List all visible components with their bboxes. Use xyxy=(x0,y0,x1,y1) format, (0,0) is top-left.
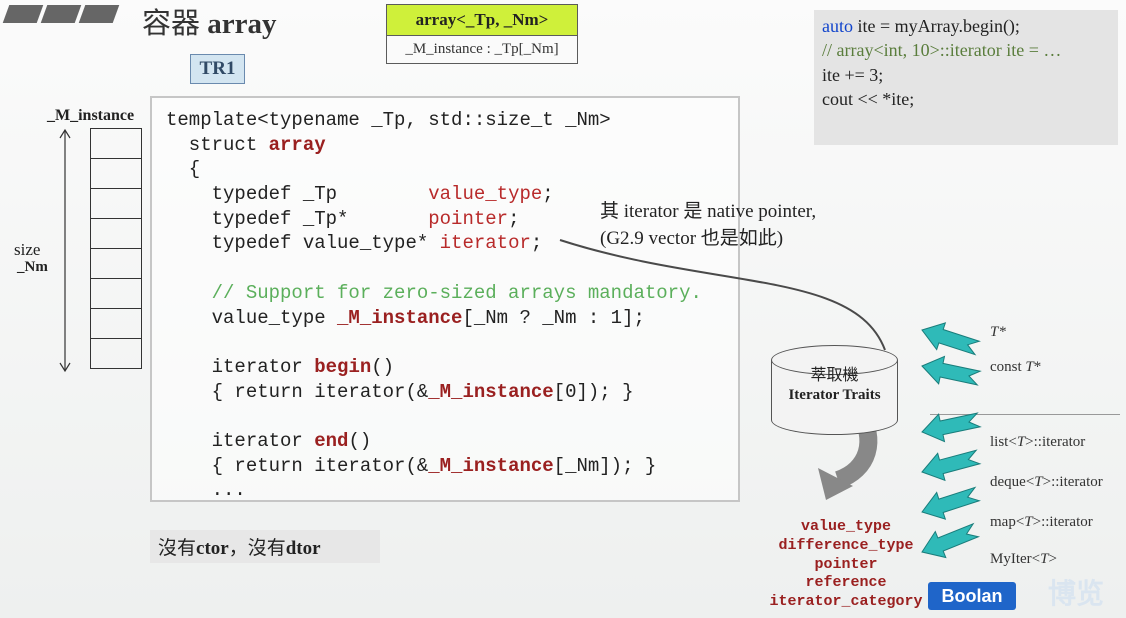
nm-label: _Nm xyxy=(17,259,48,276)
size-label: size xyxy=(14,240,40,260)
arrow-label-2: list<T>::iterator xyxy=(990,433,1085,451)
boolan-logo: Boolan xyxy=(928,582,1016,610)
input-arrows xyxy=(900,310,990,610)
arrow-label-1: const T* xyxy=(990,358,1041,376)
class-member: _M_instance : _Tp[_Nm] xyxy=(387,36,577,63)
decorative-stripes xyxy=(6,5,120,28)
array-cells-diagram xyxy=(90,128,142,369)
arrow-label-4: map<T>::iterator xyxy=(990,513,1093,531)
tr1-badge: TR1 xyxy=(190,54,245,84)
instance-label: _M_instance xyxy=(47,107,134,125)
arrow-label-5: MyIter<T> xyxy=(990,550,1057,568)
arrow-label-0: T* xyxy=(990,323,1006,341)
boolan-logo-cn: 博览 xyxy=(1048,572,1104,612)
dimension-line xyxy=(50,128,80,373)
usage-code: auto ite = myArray.begin(); // array<int… xyxy=(814,10,1118,145)
footer-note: 沒有ctor，沒有dtor xyxy=(150,530,380,563)
class-template: array<_Tp, _Nm> xyxy=(387,5,577,36)
curve-to-traits xyxy=(555,230,925,360)
iterator-traits-cylinder: 萃取機 Iterator Traits xyxy=(771,345,898,435)
class-header-box: array<_Tp, _Nm> _M_instance : _Tp[_Nm] xyxy=(386,4,578,64)
arrow-label-3: deque<T>::iterator xyxy=(990,473,1103,491)
page-title: 容器 array xyxy=(142,0,277,42)
